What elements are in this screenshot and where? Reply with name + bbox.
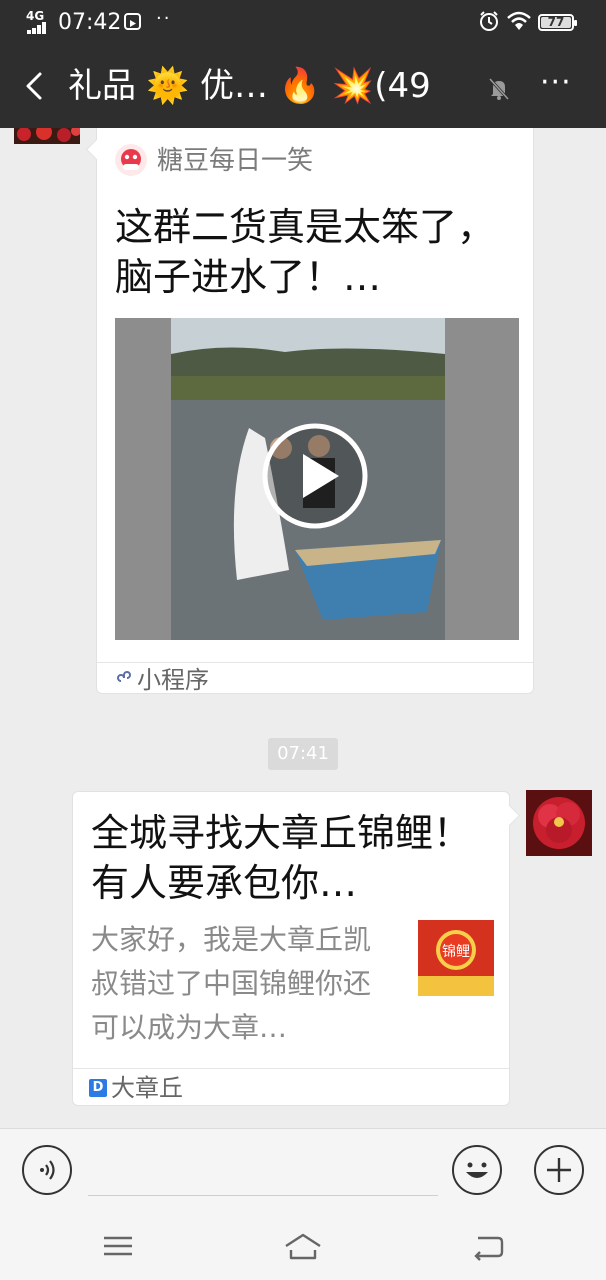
- chat-title: 礼品 🌞 优… 🔥 💥(49: [68, 66, 431, 106]
- battery-level: 77: [547, 15, 565, 29]
- plus-icon: [547, 1158, 571, 1182]
- card-title: 全城寻找大章丘锦鲤！有人要承包你…: [91, 811, 472, 905]
- source-logo: [115, 144, 147, 176]
- article-card[interactable]: 全城寻找大章丘锦鲤！有人要承包你… 大家好，我是大章丘凯叔错过了中国锦鲤你还可以…: [72, 791, 521, 1107]
- media-notification-icon: [124, 13, 141, 30]
- card-footer: D 大章丘: [73, 1068, 509, 1107]
- card-description: 大家好，我是大章丘凯叔错过了中国锦鲤你还可以成为大章…: [91, 923, 372, 1044]
- network-type: 4G: [26, 9, 45, 23]
- video-thumbnail[interactable]: [115, 318, 519, 640]
- system-nav-bar: [0, 1212, 606, 1280]
- emoji-icon: [466, 1162, 488, 1178]
- wifi-icon: [507, 11, 531, 30]
- emoji-button[interactable]: [452, 1145, 502, 1195]
- more-notifications-icon: ··: [156, 8, 172, 29]
- avatar[interactable]: [14, 128, 80, 144]
- more-options-button[interactable]: ···: [540, 68, 572, 98]
- article-thumbnail: 锦鲤: [418, 920, 494, 996]
- voice-icon: [40, 1160, 55, 1180]
- battery-icon: 77: [538, 14, 577, 31]
- official-account-icon: D: [89, 1079, 107, 1097]
- add-button[interactable]: [534, 1145, 584, 1195]
- message-input[interactable]: [88, 1195, 438, 1196]
- chat-header: 礼品 🌞 优… 🔥 💥(49 ···: [0, 46, 606, 128]
- back-icon[interactable]: [468, 1230, 508, 1262]
- thumbnail-text: 锦鲤: [442, 943, 470, 960]
- timestamp: 07:41: [268, 738, 338, 770]
- account-name: 大章丘: [111, 1074, 183, 1102]
- card-title: 这群二货真是太笨了，脑子进水了！…: [115, 205, 496, 299]
- voice-button[interactable]: [22, 1145, 72, 1195]
- source-name: 糖豆每日一笑: [157, 146, 314, 176]
- card-footer: 小程序: [97, 662, 533, 695]
- status-bar: 4G 07:42 ·· 77: [0, 0, 606, 46]
- chevron-left-icon[interactable]: [20, 70, 52, 102]
- menu-icon[interactable]: [98, 1230, 138, 1262]
- input-bar: [0, 1128, 606, 1213]
- avatar[interactable]: [526, 790, 592, 856]
- home-icon[interactable]: [283, 1230, 323, 1262]
- mini-program-card[interactable]: 糖豆每日一笑 这群二货真是太笨了，脑子进水了！… 小程序: [85, 128, 534, 695]
- mini-program-label: 小程序: [137, 666, 209, 694]
- signal-icon: [27, 22, 51, 34]
- play-icon[interactable]: [261, 422, 369, 530]
- clock: 07:42: [58, 10, 122, 35]
- bell-off-icon: [488, 77, 510, 101]
- alarm-icon: [480, 11, 498, 31]
- mini-program-icon: [117, 671, 131, 682]
